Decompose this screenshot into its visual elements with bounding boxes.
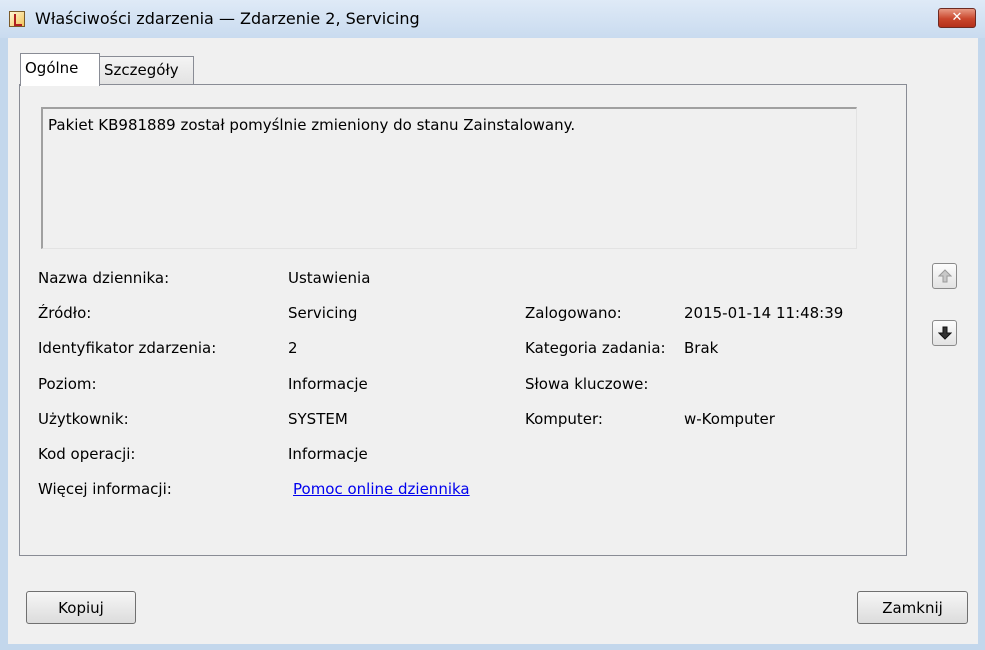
task-category-label: Kategoria zadania: [525, 339, 666, 357]
log-name-value: Ustawienia [288, 269, 371, 287]
online-help-link[interactable]: Pomoc online dziennika [293, 480, 470, 498]
logged-label: Zalogowano: [525, 304, 622, 322]
event-viewer-icon [9, 11, 25, 27]
computer-value: w-Komputer [684, 410, 775, 428]
window-close-button[interactable]: ✕ [938, 8, 976, 28]
level-value: Informacje [288, 375, 368, 393]
previous-event-button[interactable] [932, 263, 957, 289]
arrow-down-icon [938, 326, 952, 340]
tab-details[interactable]: Szczegóły [99, 56, 194, 85]
dialog-client-area: Ogólne Szczegóły Pakiet KB981889 został … [8, 38, 978, 644]
task-category-value: Brak [684, 339, 719, 357]
opcode-label: Kod operacji: [38, 445, 136, 463]
arrow-up-icon [938, 269, 952, 283]
event-id-label: Identyfikator zdarzenia: [38, 339, 217, 357]
tab-general[interactable]: Ogólne [20, 53, 100, 86]
close-button[interactable]: Zamknij [857, 591, 968, 624]
source-value: Servicing [288, 304, 358, 322]
event-message-box[interactable]: Pakiet KB981889 został pomyślnie zmienio… [41, 107, 857, 249]
user-label: Użytkownik: [38, 410, 129, 428]
more-info-label: Więcej informacji: [38, 480, 172, 498]
copy-button[interactable]: Kopiuj [26, 591, 136, 624]
general-tab-panel: Pakiet KB981889 został pomyślnie zmienio… [19, 84, 907, 556]
source-label: Źródło: [38, 304, 92, 322]
logged-value: 2015-01-14 11:48:39 [684, 304, 844, 322]
keywords-label: Słowa kluczowe: [525, 375, 649, 393]
opcode-value: Informacje [288, 445, 368, 463]
event-properties-window: Właściwości zdarzenia — Zdarzenie 2, Ser… [0, 0, 985, 650]
next-event-button[interactable] [932, 320, 957, 346]
level-label: Poziom: [38, 375, 97, 393]
title-bar[interactable]: Właściwości zdarzenia — Zdarzenie 2, Ser… [0, 0, 985, 38]
event-id-value: 2 [288, 339, 298, 357]
user-value: SYSTEM [288, 410, 348, 428]
window-title: Właściwości zdarzenia — Zdarzenie 2, Ser… [35, 9, 420, 28]
computer-label: Komputer: [525, 410, 603, 428]
log-name-label: Nazwa dziennika: [38, 269, 170, 287]
